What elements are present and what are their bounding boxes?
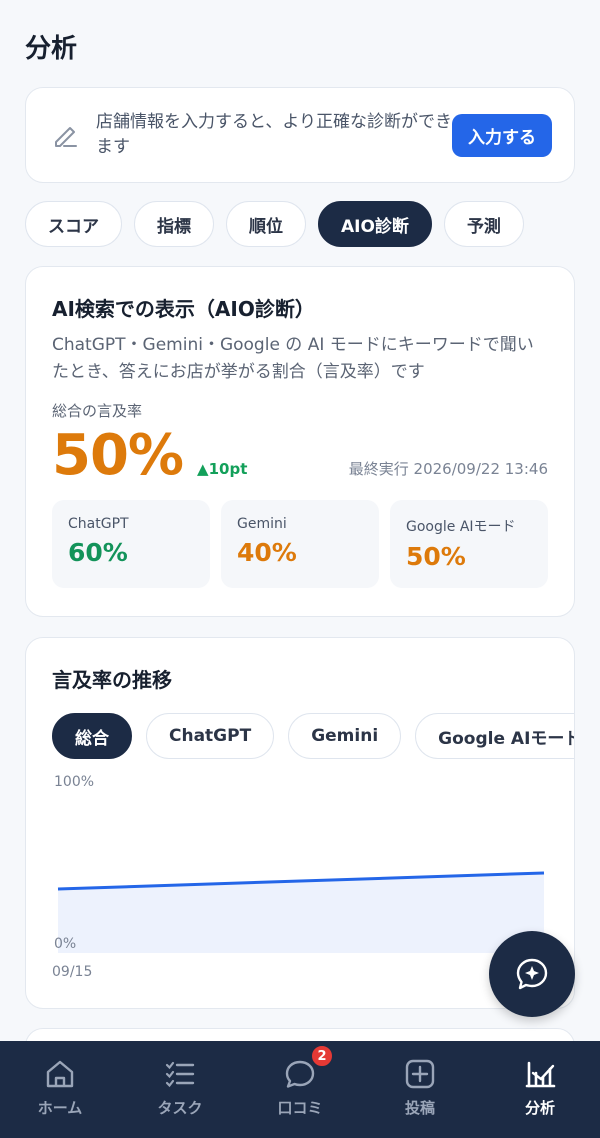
engine-name: Google AIモード <box>406 519 516 535</box>
nav-analysis[interactable]: 分析 <box>480 1041 600 1138</box>
tab-score[interactable]: スコア <box>25 201 122 247</box>
chart-icon <box>525 1061 556 1088</box>
ai-assistant-button[interactable] <box>489 931 575 1017</box>
nav-label: 分析 <box>524 1099 555 1117</box>
nav-tasks[interactable]: タスク <box>120 1041 240 1138</box>
analysis-tabs: スコア 指標 順位 AIO診断 予測 <box>25 201 524 247</box>
aio-summary-card: AI検索での表示（AIO診断） ChatGPT・Gemini・Google の … <box>25 266 575 617</box>
chip-overall[interactable]: 総合 <box>52 713 132 759</box>
store-info-card: 店舗情報を入力すると、より正確な診断ができます 入力する <box>25 87 575 183</box>
y-tick-label: 100% <box>54 774 95 790</box>
mention-trend-card: 言及率の推移 総合 ChatGPT Gemini Google AIモード 10… <box>25 637 575 1009</box>
engine-value: 40% <box>237 538 297 567</box>
enter-store-info-button[interactable]: 入力する <box>452 113 552 157</box>
nav-post[interactable]: 投稿 <box>360 1041 480 1138</box>
engine-card-chatgpt: ChatGPT 60% <box>52 500 210 588</box>
overall-mention-rate: 50% <box>52 423 184 488</box>
engine-card-google-ai-mode: Google AIモード 50% <box>390 500 548 588</box>
tab-metrics[interactable]: 指標 <box>134 201 214 247</box>
nav-label: 投稿 <box>404 1099 435 1117</box>
last-run-timestamp: 最終実行 2026/09/22 13:46 <box>348 460 548 478</box>
trend-filter-chips: 総合 ChatGPT Gemini Google AIモード <box>52 713 574 759</box>
bottom-navigation: ホーム タスク 2 口コミ 投稿 分析 <box>0 1041 600 1138</box>
trend-title: 言及率の推移 <box>52 668 172 692</box>
y-tick-label: 0% <box>54 936 77 952</box>
x-tick-label: 09/15 <box>52 964 93 980</box>
nav-label: 口コミ <box>277 1099 323 1117</box>
plus-square-icon <box>405 1059 435 1089</box>
chip-chatgpt[interactable]: ChatGPT <box>146 713 275 759</box>
page-title: 分析 <box>25 34 78 64</box>
nav-label: ホーム <box>37 1099 83 1117</box>
store-info-message: 店舗情報を入力すると、より正確な診断ができます <box>96 112 452 157</box>
chip-gemini[interactable]: Gemini <box>288 713 402 759</box>
engine-value: 60% <box>68 538 128 567</box>
mention-rate-delta: ▲10pt <box>197 460 248 478</box>
engine-name: Gemini <box>237 516 287 532</box>
engine-value: 50% <box>406 542 466 571</box>
nav-reviews[interactable]: 2 口コミ <box>240 1041 360 1138</box>
aio-description: ChatGPT・Gemini・Google の AI モードにキーワードで聞いた… <box>52 335 534 382</box>
overall-label: 総合の言及率 <box>52 402 143 420</box>
nav-home[interactable]: ホーム <box>0 1041 120 1138</box>
aio-title: AI検索での表示（AIO診断） <box>52 297 315 321</box>
tab-aio[interactable]: AIO診断 <box>318 201 432 247</box>
nav-label: タスク <box>157 1099 203 1117</box>
sparkle-chat-icon <box>516 958 548 990</box>
reviews-badge: 2 <box>310 1044 334 1068</box>
engine-card-gemini: Gemini 40% <box>221 500 379 588</box>
trend-area <box>58 873 544 953</box>
home-icon <box>46 1060 74 1088</box>
tab-ranking[interactable]: 順位 <box>226 201 306 247</box>
task-list-icon <box>165 1061 195 1088</box>
engine-name: ChatGPT <box>68 516 129 532</box>
chip-google-ai-mode[interactable]: Google AIモード <box>415 713 574 759</box>
tab-forecast[interactable]: 予測 <box>443 201 524 247</box>
pencil-icon <box>55 127 77 147</box>
